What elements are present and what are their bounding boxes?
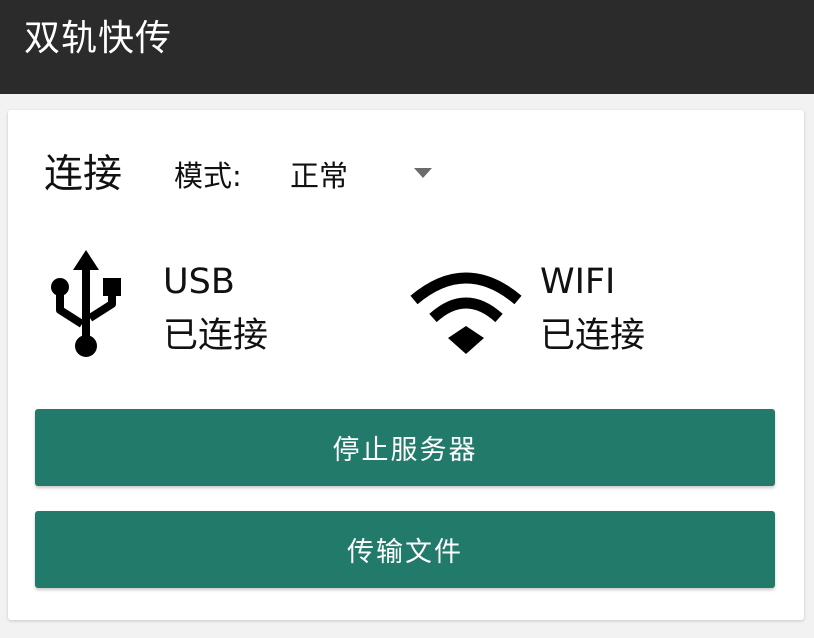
connection-card: 连接 模式: 正常 USB 已连接 WIFI 已连接 停止服务器 传输文件 — [8, 110, 804, 620]
transfer-files-button[interactable]: 传输文件 — [35, 511, 775, 588]
stop-server-button[interactable]: 停止服务器 — [35, 409, 775, 486]
mode-dropdown[interactable]: 正常 — [278, 150, 448, 202]
usb-status: USB 已连接 — [48, 250, 388, 360]
wifi-status: WIFI 已连接 — [408, 260, 768, 360]
mode-selected-value: 正常 — [290, 159, 349, 193]
mode-label: 模式: — [174, 159, 242, 193]
wifi-label: WIFI — [540, 262, 616, 302]
dropdown-arrow-icon — [414, 168, 432, 178]
app-title: 双轨快传 — [24, 18, 173, 59]
app-bar: 双轨快传 — [0, 0, 814, 94]
usb-connection-status: 已连接 — [163, 316, 269, 356]
usb-label: USB — [163, 262, 235, 302]
connection-title: 连接 — [44, 152, 123, 197]
usb-icon — [48, 248, 124, 364]
wifi-connection-status: 已连接 — [540, 316, 646, 356]
